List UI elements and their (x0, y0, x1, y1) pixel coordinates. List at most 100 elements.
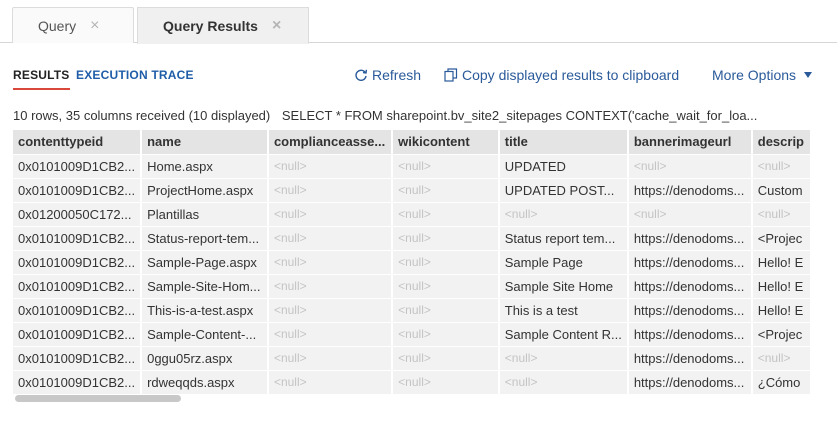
table-cell[interactable]: <Projec (751, 321, 812, 346)
copy-results-button[interactable]: Copy displayed results to clipboard (444, 67, 679, 83)
table-cell[interactable]: Sample Content R... (498, 321, 629, 346)
table-cell[interactable]: 0x0101009D1CB2... (13, 345, 143, 370)
table-row[interactable]: 0x0101009D1CB2... rdweqqds.aspx <null> <nul… (13, 369, 812, 394)
column-header[interactable]: bannerimageurl (627, 130, 753, 154)
table-cell[interactable]: <null> (267, 273, 394, 298)
more-options-label: More Options (712, 67, 797, 83)
column-header[interactable]: descrip (751, 130, 812, 154)
table-cell[interactable]: <null> (627, 201, 753, 226)
table-cell[interactable]: Sample Page (498, 249, 629, 274)
table-row[interactable]: 0x0101009D1CB2... ProjectHome.aspx <null> <… (13, 177, 812, 202)
table-cell[interactable]: 0x01200050C172... (13, 201, 143, 226)
table-cell[interactable]: <null> (498, 345, 629, 370)
table-cell[interactable]: <null> (267, 177, 394, 202)
table-cell[interactable]: rdweqqds.aspx (141, 369, 269, 394)
table-cell[interactable]: UPDATED (498, 153, 629, 178)
table-cell[interactable]: <null> (751, 345, 812, 370)
table-cell[interactable]: <Projec (751, 225, 812, 250)
table-cell[interactable]: Hello! E (751, 273, 812, 298)
column-header[interactable]: name (141, 130, 269, 154)
table-cell[interactable]: Status report tem... (498, 225, 629, 250)
refresh-button[interactable]: Refresh (354, 67, 421, 83)
results-grid[interactable]: contenttypeid name complianceasse... wikico… (13, 130, 812, 394)
table-cell[interactable]: Plantillas (141, 201, 269, 226)
column-header[interactable]: wikicontent (392, 130, 500, 154)
close-icon[interactable]: × (272, 17, 281, 34)
table-cell[interactable]: <null> (392, 273, 500, 298)
table-cell[interactable]: Sample-Content-... (141, 321, 269, 346)
table-cell[interactable]: <null> (267, 297, 394, 322)
table-cell[interactable]: https://denodoms... (627, 177, 753, 202)
column-header[interactable]: title (498, 130, 629, 154)
table-cell[interactable]: <null> (267, 153, 394, 178)
table-cell[interactable]: ProjectHome.aspx (141, 177, 269, 202)
table-cell[interactable]: <null> (267, 345, 394, 370)
subtab-execution-trace[interactable]: EXECUTION TRACE (76, 68, 194, 82)
table-row[interactable]: 0x0101009D1CB2... Status-report-tem... <nu… (13, 225, 812, 250)
table-cell[interactable]: https://denodoms... (627, 225, 753, 250)
table-cell[interactable]: <null> (267, 225, 394, 250)
table-cell[interactable]: <null> (392, 201, 500, 226)
table-cell[interactable]: <null> (498, 201, 629, 226)
table-cell[interactable]: <null> (392, 369, 500, 394)
table-row[interactable]: 0x0101009D1CB2... 0ggu05rz.aspx <null> <nul… (13, 345, 812, 370)
table-row[interactable]: 0x0101009D1CB2... Sample-Site-Hom... <null… (13, 273, 812, 298)
table-row[interactable]: 0x0101009D1CB2... This-is-a-test.aspx <nul… (13, 297, 812, 322)
table-cell[interactable]: <null> (627, 153, 753, 178)
table-cell[interactable]: 0x0101009D1CB2... (13, 249, 143, 274)
table-cell[interactable]: <null> (751, 153, 812, 178)
table-cell[interactable]: 0x0101009D1CB2... (13, 321, 143, 346)
table-cell[interactable]: <null> (498, 369, 629, 394)
close-icon[interactable]: × (90, 17, 99, 34)
table-cell[interactable]: Status-report-tem... (141, 225, 269, 250)
table-cell[interactable]: 0x0101009D1CB2... (13, 273, 143, 298)
table-cell[interactable]: <null> (392, 153, 500, 178)
table-row[interactable]: 0x0101009D1CB2... Home.aspx <null> <null> UP… (13, 153, 812, 178)
table-row[interactable]: 0x01200050C172... Plantillas <null> <null> <… (13, 201, 812, 226)
more-options-button[interactable]: More Options (712, 67, 813, 83)
table-cell[interactable]: <null> (392, 345, 500, 370)
column-header[interactable]: complianceasse... (267, 130, 394, 154)
table-cell[interactable]: Hello! E (751, 249, 812, 274)
table-cell[interactable]: https://denodoms... (627, 273, 753, 298)
table-cell[interactable]: https://denodoms... (627, 321, 753, 346)
subtab-results[interactable]: RESULTS (13, 68, 70, 90)
table-cell[interactable]: <null> (267, 249, 394, 274)
table-cell[interactable]: <null> (392, 225, 500, 250)
tab-query-results[interactable]: Query Results × (137, 7, 309, 44)
table-cell[interactable]: This-is-a-test.aspx (141, 297, 269, 322)
horizontal-scrollbar[interactable] (15, 395, 181, 402)
table-cell[interactable]: https://denodoms... (627, 249, 753, 274)
table-cell[interactable]: <null> (392, 249, 500, 274)
table-row[interactable]: 0x0101009D1CB2... Sample-Page.aspx <null> <… (13, 249, 812, 274)
table-cell[interactable]: 0ggu05rz.aspx (141, 345, 269, 370)
table-cell[interactable]: Home.aspx (141, 153, 269, 178)
table-cell[interactable]: <null> (392, 321, 500, 346)
table-cell[interactable]: Sample-Page.aspx (141, 249, 269, 274)
table-cell[interactable]: https://denodoms... (627, 369, 753, 394)
table-cell[interactable]: Hello! E (751, 297, 812, 322)
column-header[interactable]: contenttypeid (13, 130, 143, 154)
table-cell[interactable]: <null> (392, 297, 500, 322)
table-cell[interactable]: <null> (751, 201, 812, 226)
table-cell[interactable]: 0x0101009D1CB2... (13, 153, 143, 178)
table-cell[interactable]: https://denodoms... (627, 297, 753, 322)
table-cell[interactable]: UPDATED POST... (498, 177, 629, 202)
table-cell[interactable]: <null> (267, 369, 394, 394)
table-cell[interactable]: 0x0101009D1CB2... (13, 297, 143, 322)
table-cell[interactable]: Sample-Site-Hom... (141, 273, 269, 298)
table-cell[interactable]: Sample Site Home (498, 273, 629, 298)
table-cell[interactable]: ¿Cómo (751, 369, 812, 394)
table-cell[interactable]: <null> (267, 321, 394, 346)
results-table: contenttypeid name complianceasse... wikico… (13, 130, 812, 394)
tab-query[interactable]: Query × (12, 7, 134, 43)
table-cell[interactable]: 0x0101009D1CB2... (13, 225, 143, 250)
table-cell[interactable]: 0x0101009D1CB2... (13, 369, 143, 394)
table-cell[interactable]: This is a test (498, 297, 629, 322)
table-cell[interactable]: 0x0101009D1CB2... (13, 177, 143, 202)
table-cell[interactable]: <null> (267, 201, 394, 226)
table-cell[interactable]: <null> (392, 177, 500, 202)
table-row[interactable]: 0x0101009D1CB2... Sample-Content-... <null… (13, 321, 812, 346)
table-cell[interactable]: Custom (751, 177, 812, 202)
table-cell[interactable]: https://denodoms... (627, 345, 753, 370)
